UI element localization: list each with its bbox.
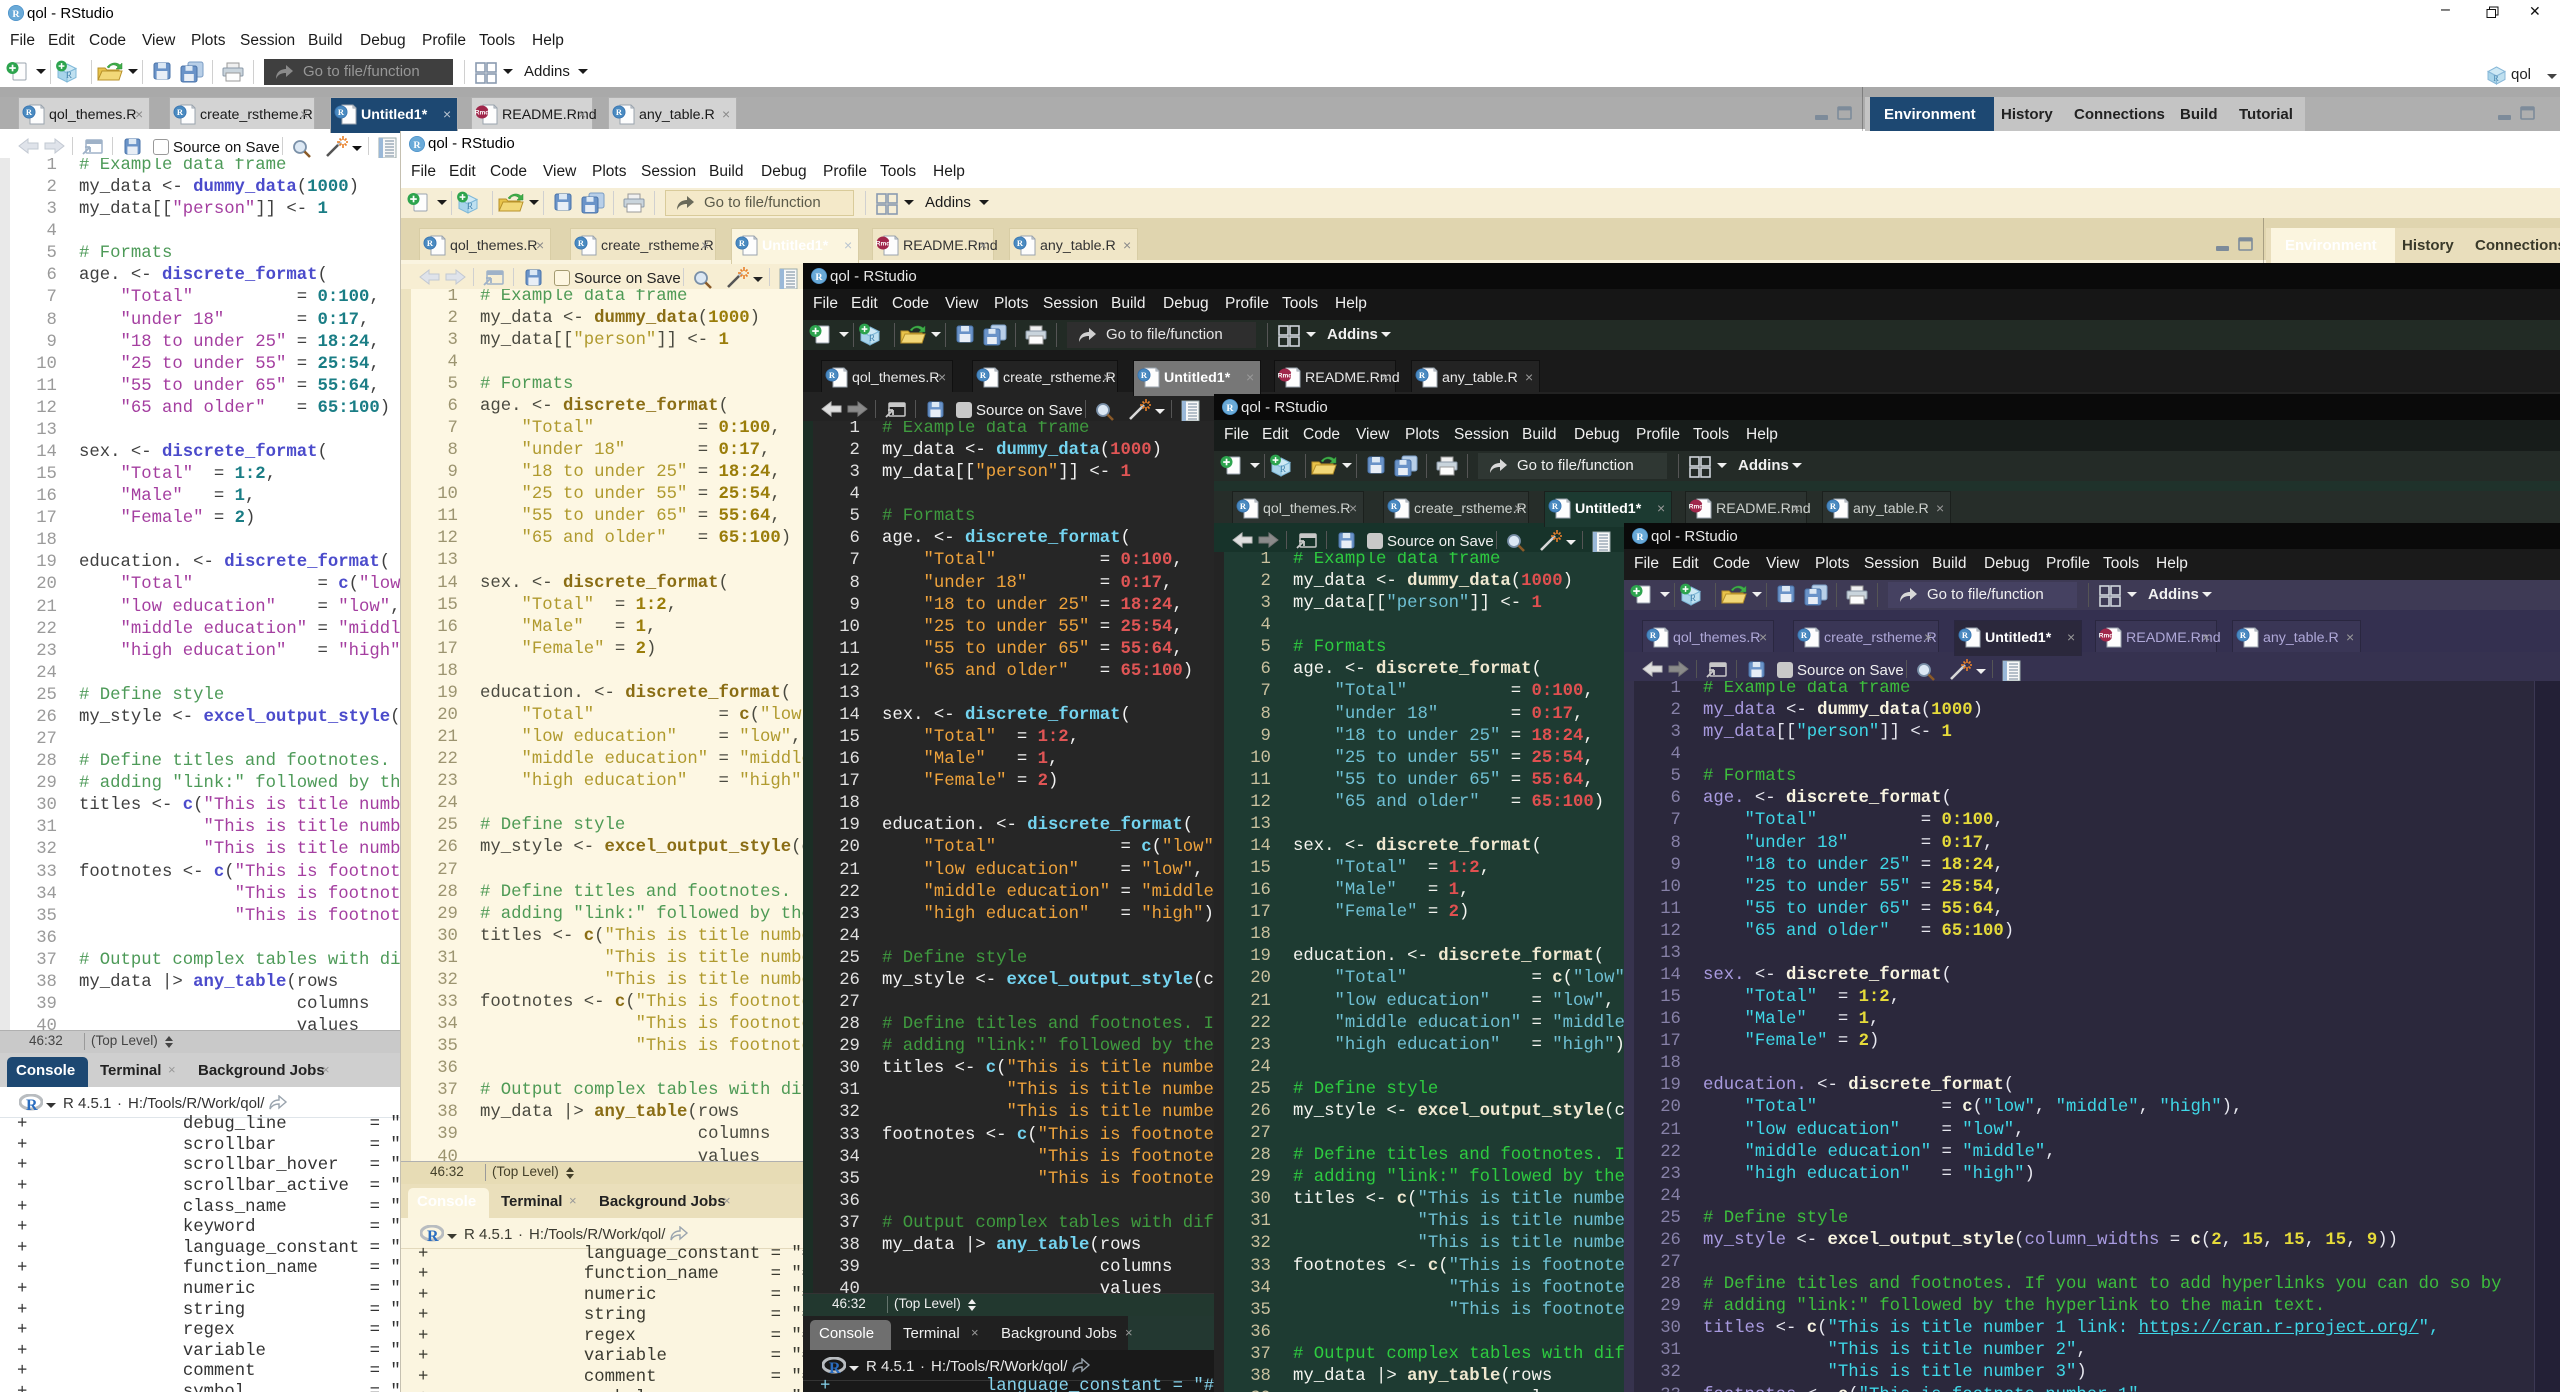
svg-text:R: R: [66, 70, 72, 80]
svg-text:R: R: [12, 9, 20, 20]
svg-text:R: R: [2240, 630, 2247, 640]
svg-text:R: R: [739, 238, 746, 248]
svg-text:R: R: [1017, 238, 1024, 248]
svg-text:R: R: [1636, 532, 1644, 543]
svg-text:R: R: [413, 139, 421, 150]
svg-text:R: R: [2493, 74, 2499, 83]
svg-text:R: R: [1391, 501, 1398, 511]
svg-text:R: R: [177, 107, 184, 117]
svg-text:R: R: [815, 272, 823, 283]
svg-text:R: R: [1280, 464, 1286, 474]
svg-text:R: R: [829, 1360, 841, 1375]
svg-text:R: R: [1801, 630, 1808, 640]
svg-text:Rmd: Rmd: [876, 240, 890, 247]
svg-text:R: R: [1240, 501, 1247, 511]
svg-text:R: R: [467, 201, 473, 211]
svg-text:R: R: [616, 107, 623, 117]
svg-text:R: R: [427, 1228, 439, 1243]
svg-text:R: R: [1830, 501, 1837, 511]
svg-text:R: R: [869, 333, 875, 343]
svg-text:R: R: [1141, 370, 1148, 380]
svg-text:R: R: [1419, 370, 1426, 380]
svg-text:R: R: [1650, 630, 1657, 640]
svg-text:R: R: [578, 238, 585, 248]
svg-text:Rmd: Rmd: [1278, 373, 1292, 380]
svg-text:R: R: [1690, 593, 1696, 603]
svg-text:Rmd: Rmd: [475, 110, 489, 117]
svg-text:R: R: [829, 370, 836, 380]
svg-text:R: R: [26, 107, 33, 117]
svg-text:R: R: [338, 107, 345, 117]
svg-text:R: R: [1962, 630, 1969, 640]
svg-text:R: R: [1552, 501, 1559, 511]
svg-text:R: R: [980, 370, 987, 380]
svg-text:R: R: [1226, 403, 1234, 414]
svg-text:Rmd: Rmd: [1689, 504, 1703, 511]
svg-text:R: R: [26, 1097, 38, 1112]
svg-text:Rmd: Rmd: [2099, 633, 2113, 640]
svg-text:R: R: [427, 238, 434, 248]
